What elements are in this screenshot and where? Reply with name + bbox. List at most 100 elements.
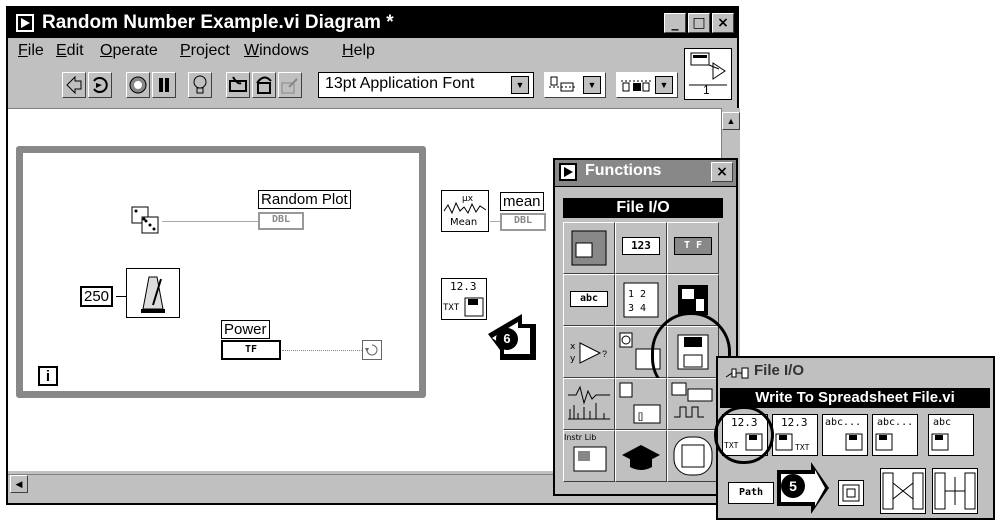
font-ring[interactable]: 13pt Application Font ▼ [318, 72, 534, 98]
boolean-cell[interactable]: T F [667, 222, 719, 274]
chevron-down-icon[interactable]: ▼ [583, 76, 601, 94]
title-bar[interactable]: Random Number Example.vi Diagram * _ □ × [8, 8, 737, 38]
instr-lib-label: Instr Lib [564, 433, 597, 442]
abort-icon [129, 76, 147, 94]
step-out-button[interactable] [278, 72, 302, 98]
close-button[interactable]: × [712, 13, 734, 33]
string-icon: abc [570, 291, 608, 307]
file-constants-icon[interactable] [838, 480, 864, 506]
write-characters-icon[interactable]: abc... [822, 414, 868, 456]
menu-operate[interactable]: Operate [100, 42, 158, 60]
run-continuously-button[interactable] [88, 72, 112, 98]
step-out-icon [281, 78, 298, 94]
array-cell[interactable]: 1 23 4 [615, 274, 667, 326]
read-characters-icon[interactable]: abc... [872, 414, 918, 456]
power-label: Power [221, 320, 270, 339]
highlight-execution-button[interactable] [188, 72, 212, 98]
mean-terminal[interactable]: DBL [500, 213, 546, 231]
comparison-icon: xy? [570, 342, 607, 364]
constant-250[interactable]: 250 [80, 286, 114, 307]
floppy-icon [931, 433, 949, 451]
mean-vi-icon[interactable]: μx Mean [441, 190, 489, 232]
menu-edit[interactable]: Edit [56, 42, 84, 60]
instrument-io-cell[interactable] [667, 378, 719, 430]
connector-pane-icon[interactable]: 1 [684, 48, 732, 100]
pause-button[interactable] [152, 72, 176, 98]
read-spreadsheet-icon[interactable]: 12.3 TXT [772, 414, 818, 456]
loop-iteration-terminal[interactable]: i [38, 366, 58, 386]
svg-text:μx: μx [462, 194, 474, 204]
svg-text:y: y [570, 354, 576, 364]
advanced-file-functions-icon[interactable] [932, 468, 978, 514]
abort-button[interactable] [126, 72, 150, 98]
run-button[interactable] [62, 72, 86, 98]
read-txt: TXT [795, 443, 810, 452]
menu-file[interactable]: File [18, 42, 44, 60]
step-into-icon [229, 76, 247, 92]
functions-subheader: File I/O [563, 198, 723, 218]
functions-palette: Functions × File I/O 123 T F abc 1 23 4 … [553, 158, 738, 496]
communication-icon: [] [619, 382, 661, 424]
path-constant-icon[interactable]: Path [728, 482, 774, 504]
close-button[interactable]: × [711, 162, 733, 182]
callout-6: 6 [496, 328, 518, 350]
communication-cell[interactable]: [] [615, 378, 667, 430]
wire [162, 221, 258, 222]
abc-label-1: abc... [825, 417, 862, 428]
abc-label-2: abc... [877, 417, 914, 428]
floppy-icon [464, 297, 484, 317]
window-title: Random Number Example.vi Diagram * [42, 12, 394, 33]
font-select-value: 13pt Application Font [325, 75, 475, 92]
instrument-io-icon [671, 382, 713, 418]
chevron-down-icon[interactable]: ▼ [511, 76, 529, 94]
subpalette-title: File I/O [754, 362, 805, 379]
functions-title-bar[interactable]: Functions × [555, 160, 736, 187]
menu-help[interactable]: Help [342, 42, 375, 60]
minimize-button[interactable]: _ [664, 13, 686, 33]
floppy-icon [875, 433, 893, 451]
random-plot-label: Random Plot [258, 190, 351, 209]
callout-5: 5 [781, 474, 805, 498]
power-terminal[interactable]: TF [221, 340, 281, 360]
read-lines-icon[interactable]: abc [928, 414, 974, 456]
wire-dotted [282, 350, 362, 351]
numeric-icon: 123 [622, 237, 660, 255]
menu-windows[interactable]: Windows [244, 42, 309, 60]
svg-text:?: ? [602, 349, 607, 359]
step-over-button[interactable] [252, 72, 276, 98]
random-plot-terminal[interactable]: DBL [258, 212, 304, 230]
scroll-left-button[interactable]: ◀ [10, 475, 28, 493]
maximize-button[interactable]: □ [688, 13, 710, 33]
scroll-up-button[interactable]: ▲ [722, 112, 740, 130]
structures-cell[interactable] [563, 222, 615, 274]
array-icon: 1 23 4 [623, 282, 659, 318]
step-into-button[interactable] [226, 72, 250, 98]
numeric-cell[interactable]: 123 [615, 222, 667, 274]
chevron-down-icon[interactable]: ▼ [655, 76, 673, 94]
pause-icon [159, 78, 169, 92]
tutorial-cell[interactable] [615, 430, 667, 482]
analyze-cell[interactable] [563, 378, 615, 430]
floppy-icon [775, 433, 793, 451]
binary-file-vis-icon[interactable] [880, 468, 926, 514]
distribute-objects-ring[interactable]: ▼ [616, 72, 678, 98]
instr-lib-cell[interactable]: Instr Lib [563, 430, 615, 482]
pushpin-icon[interactable] [724, 366, 752, 379]
select-vi-cell[interactable] [667, 430, 719, 482]
dice-icon[interactable] [130, 205, 160, 235]
metronome-icon[interactable] [126, 268, 180, 318]
instrument-library-icon [573, 446, 607, 472]
callout-5-arrow: 5 [775, 462, 831, 518]
menu-project[interactable]: Project [180, 42, 230, 60]
boolean-icon: T F [674, 237, 712, 255]
align-objects-icon [549, 76, 575, 92]
svg-text:[]: [] [638, 411, 643, 421]
wire [116, 296, 126, 297]
vi-diagram-icon [559, 163, 577, 181]
stop-condition-icon[interactable] [362, 340, 382, 360]
string-cell[interactable]: abc [563, 274, 615, 326]
distribute-objects-icon [621, 80, 651, 92]
comparison-cell[interactable]: x y? [563, 326, 615, 378]
align-objects-ring[interactable]: ▼ [544, 72, 606, 98]
write-spreadsheet-vi-icon[interactable]: 12.3 TXT [441, 278, 487, 320]
